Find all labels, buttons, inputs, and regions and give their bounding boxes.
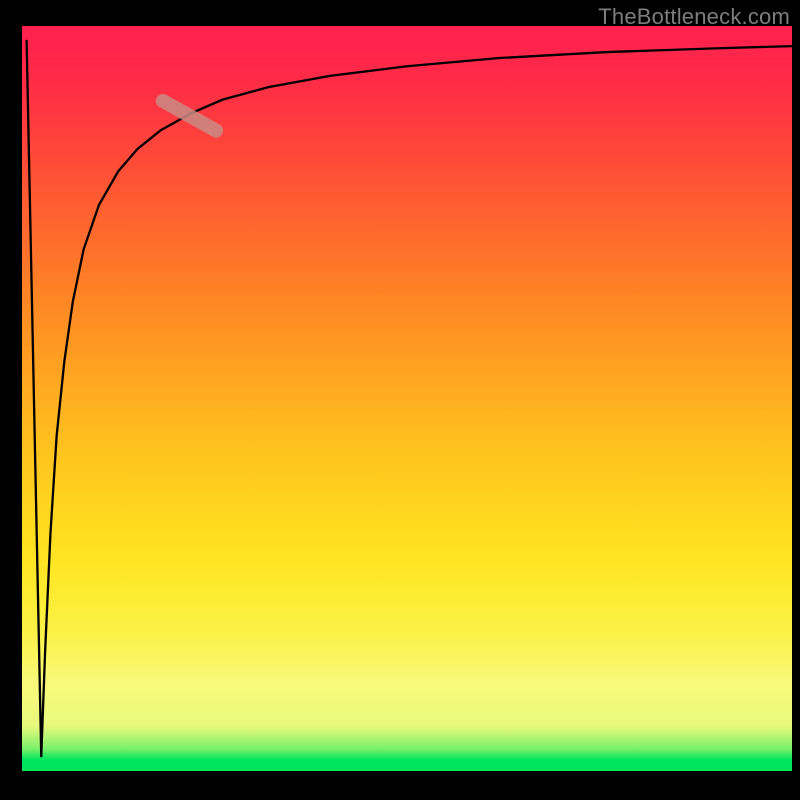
chart-stage: TheBottleneck.com	[0, 0, 800, 800]
curve-highlight	[153, 91, 225, 140]
curve-descending-edge	[27, 41, 42, 756]
watermark-label: TheBottleneck.com	[598, 4, 790, 30]
curve-layer	[22, 26, 792, 771]
curve-main	[41, 46, 792, 756]
